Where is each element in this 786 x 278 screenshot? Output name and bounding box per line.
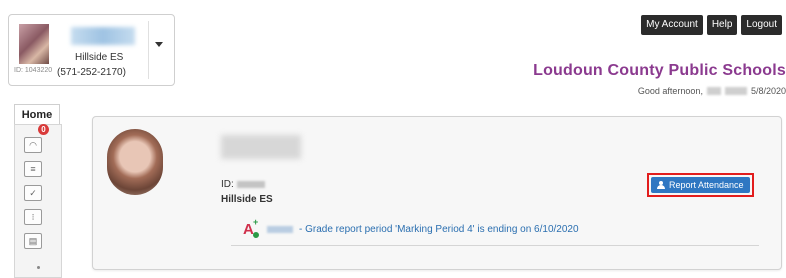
chevron-down-icon[interactable] xyxy=(155,42,163,47)
student-name-redacted xyxy=(71,27,135,45)
notification-badge: 0 xyxy=(38,124,49,135)
person-icon xyxy=(657,181,665,189)
id-redacted xyxy=(236,180,265,188)
id-label: ID: xyxy=(221,179,234,190)
my-account-button[interactable]: My Account xyxy=(641,15,703,35)
schedule-icon[interactable]: ⁝ xyxy=(24,209,42,225)
district-title: Loudoun County Public Schools xyxy=(533,62,786,79)
student-phone: (571-252-2170) xyxy=(57,67,126,78)
logout-button[interactable]: Logout xyxy=(741,15,782,35)
student-panel: ID: Hillside ES Report Attendance A + - G… xyxy=(92,116,782,270)
divider xyxy=(231,245,759,246)
grade-notice-text: - Grade report period 'Marking Period 4'… xyxy=(299,224,579,235)
gauge-icon[interactable]: ◠ xyxy=(24,137,42,153)
checklist-icon[interactable]: ✓ xyxy=(24,185,42,201)
help-button[interactable]: Help xyxy=(706,15,738,35)
student-id-row: ID: xyxy=(221,179,265,190)
top-nav: My Account Help Logout xyxy=(641,15,782,35)
highlight-box: Report Attendance xyxy=(647,173,754,197)
calendar-list-icon[interactable]: ≡ xyxy=(24,161,42,177)
more-indicator xyxy=(37,266,40,269)
grade-report-icon: A + xyxy=(243,217,259,238)
user-surname-redacted xyxy=(724,87,747,95)
gradebook-icon[interactable]: ▤ xyxy=(24,233,42,249)
student-school: Hillside ES xyxy=(221,194,273,205)
student-name-redacted xyxy=(221,135,301,159)
course-redacted xyxy=(267,226,293,233)
greeting-text: Good afternoon, xyxy=(637,86,703,96)
tab-home[interactable]: Home xyxy=(14,104,60,125)
current-date: 5/8/2020 xyxy=(750,86,786,96)
user-name-redacted xyxy=(706,87,721,95)
divider xyxy=(148,21,149,79)
report-attendance-label: Report Attendance xyxy=(669,180,744,190)
student-selector[interactable]: ID: 1043220 Hillside ES (571-252-2170) xyxy=(8,14,175,86)
student-thumbnail xyxy=(19,24,49,64)
student-id: ID: 1043220 xyxy=(14,67,53,74)
report-attendance-button[interactable]: Report Attendance xyxy=(651,177,750,193)
student-school: Hillside ES xyxy=(75,52,124,63)
sidebar-nav: ◠ ≡ ✓ ⁝ ▤ xyxy=(14,124,62,278)
student-photo xyxy=(107,129,163,195)
grade-notice[interactable]: A + - Grade report period 'Marking Period… xyxy=(243,217,579,238)
greeting: Good afternoon, 5/8/2020 xyxy=(638,86,786,96)
